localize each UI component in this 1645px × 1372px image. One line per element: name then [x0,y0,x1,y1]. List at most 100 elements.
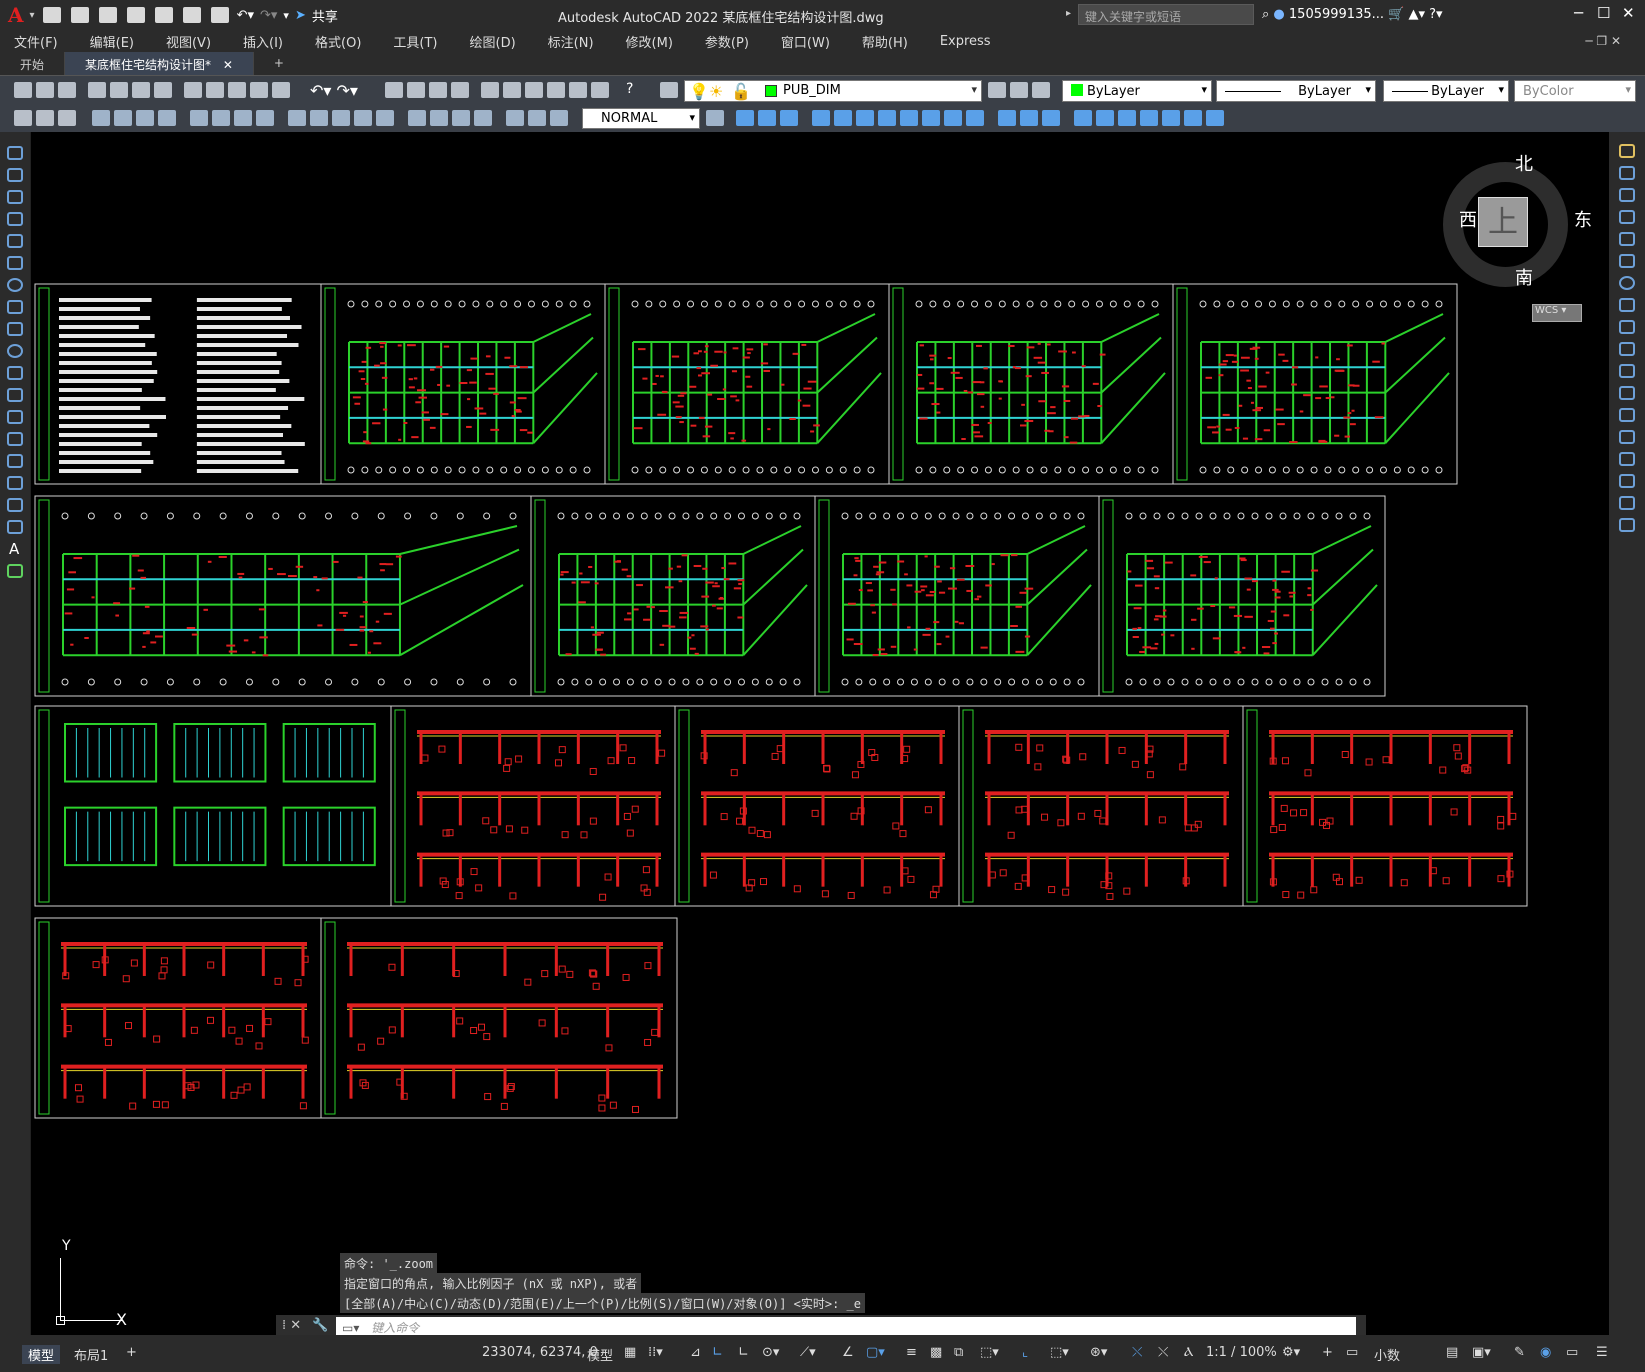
viewcube-top-face[interactable]: 上 [1478,197,1528,247]
modify-tool-icon[interactable] [1206,110,1224,126]
jogged-icon[interactable] [212,110,230,126]
rectangle-icon[interactable] [7,234,23,248]
auto-scale-icon[interactable]: ⤬ [1158,1345,1168,1360]
baseline-icon[interactable] [310,110,328,126]
trim-icon[interactable] [1619,342,1635,356]
paste-icon[interactable] [228,82,246,98]
make-block-icon[interactable] [7,410,23,424]
tab-start[interactable]: 开始 [0,52,66,75]
recent-commands-icon[interactable]: ▭▾ [342,1321,359,1335]
layer-lock-icon[interactable]: 🔓 [731,82,751,101]
zoom-previous-icon[interactable] [451,82,469,98]
lineweight-dropdown[interactable]: ByLayer [1383,80,1509,102]
modify-tool-icon[interactable] [856,110,874,126]
qnew-icon[interactable] [14,82,32,98]
menu-draw[interactable]: 绘图(D) [470,32,516,51]
extend-icon[interactable] [1619,364,1635,378]
center-mark-icon[interactable] [430,110,448,126]
move-icon[interactable] [1619,254,1635,268]
customize-icon[interactable]: 🔧 [312,1318,328,1333]
revcloud-icon[interactable] [7,300,23,314]
mtext-icon[interactable]: A [9,540,19,558]
modify-tool-icon[interactable] [900,110,918,126]
plotstyle-dropdown[interactable]: ByColor [1514,80,1636,102]
rotate-icon[interactable] [1619,276,1635,290]
annotation-visibility-icon[interactable]: ⤬ [1132,1345,1142,1360]
break-at-point-icon[interactable] [1619,386,1635,400]
model-space-viewport[interactable] [31,132,1609,1335]
gradient-icon[interactable] [7,476,23,490]
properties-icon[interactable] [481,82,499,98]
menu-insert[interactable]: 插入(I) [243,32,283,51]
print-preview-icon[interactable] [182,7,201,23]
menu-parametric[interactable]: 参数(P) [705,32,749,51]
wcs-menu[interactable]: WCS ▾ [1532,304,1582,322]
modify-tool-icon[interactable] [944,110,962,126]
snap-icon[interactable]: ⁞⁞▾ [648,1345,663,1360]
modify-tool-icon[interactable] [966,110,984,126]
compass-south[interactable]: 南 [1515,264,1533,290]
modify-tool-icon[interactable] [1020,110,1038,126]
new-tab-button[interactable]: + [254,52,304,75]
isodraft-icon[interactable]: ⟋▾ [800,1345,816,1360]
layer-freeze-icon[interactable]: ☀ [709,82,723,101]
customization-icon[interactable]: ☰ [1596,1345,1608,1360]
join-icon[interactable] [1619,430,1635,444]
compass-east[interactable]: 东 [1574,206,1592,232]
scale-icon[interactable] [1619,298,1635,312]
polyline-icon[interactable] [7,190,23,204]
dimedit-icon[interactable] [506,110,524,126]
ellipse-icon[interactable] [7,344,23,358]
gizmo-icon[interactable]: ⊛▾ [1090,1345,1107,1360]
search-expand-icon[interactable]: ▸ [1066,8,1071,19]
layer-on-icon[interactable]: 💡 [689,82,709,101]
menu-view[interactable]: 视图(V) [166,32,211,51]
doc-window-controls[interactable]: ─ ❐ ✕ [1585,34,1621,48]
tool-icon[interactable] [14,110,32,126]
arc-length-icon[interactable] [136,110,154,126]
aligned-dimension-icon[interactable] [114,110,132,126]
layer-dropdown[interactable]: 💡 ☀ 🔓 PUB_DIM ▾ [684,80,982,102]
make-current-layer-icon[interactable] [988,82,1006,98]
tolerance-icon[interactable] [408,110,426,126]
print-icon[interactable] [210,7,229,23]
dimupdate-icon[interactable] [550,110,568,126]
modify-tool-icon[interactable] [1140,110,1158,126]
menu-file[interactable]: 文件(F) [14,32,58,51]
maximize-button[interactable]: ☐ [1597,4,1610,22]
selection-cycling-icon[interactable]: ⧉ [954,1345,963,1360]
selection-filter-icon[interactable]: ⬚▾ [1050,1345,1069,1360]
modify-tool-icon[interactable] [736,110,754,126]
zoom-realtime-icon[interactable] [407,82,425,98]
copy-icon[interactable] [206,82,224,98]
menu-window[interactable]: 窗口(W) [781,32,830,51]
save-as-icon[interactable] [126,7,145,23]
modify-tool-icon[interactable] [922,110,940,126]
workspace-icon[interactable]: ⚙▾ [1282,1345,1300,1360]
open-icon[interactable] [70,7,89,23]
save-icon[interactable] [98,7,117,23]
coordinates[interactable]: 233074, 62374, 0 [482,1345,598,1360]
pan-icon[interactable] [385,82,403,98]
tab-drawing[interactable]: 某底框住宅结构设计图* ✕ [65,52,254,75]
save-icon[interactable] [58,82,76,98]
fillet-icon[interactable] [1619,474,1635,488]
menu-edit[interactable]: 编辑(E) [90,32,134,51]
dimspace-icon[interactable] [354,110,372,126]
tool-icon[interactable] [36,110,54,126]
user-account[interactable]: ⌕ ● 1505999135... 🛒 ▲▾ ?▾ [1262,7,1443,22]
autodesk-a360-icon[interactable]: ▲▾ [1408,7,1425,22]
modify-tool-icon[interactable] [834,110,852,126]
quick-dimension-icon[interactable] [288,110,306,126]
linetype-dropdown[interactable]: ByLayer [1216,80,1376,102]
copy-object-icon[interactable] [1619,166,1635,180]
polygon-icon[interactable] [7,212,23,226]
annotation-monitor-icon[interactable]: + [1322,1345,1333,1360]
chamfer-icon[interactable] [1619,452,1635,466]
autocad-logo-icon[interactable]: A [8,3,24,27]
modify-tool-icon[interactable] [1118,110,1136,126]
modify-tool-icon[interactable] [1162,110,1180,126]
hatch-icon[interactable] [7,454,23,468]
continue-icon[interactable] [332,110,350,126]
arc-icon[interactable] [7,256,23,270]
